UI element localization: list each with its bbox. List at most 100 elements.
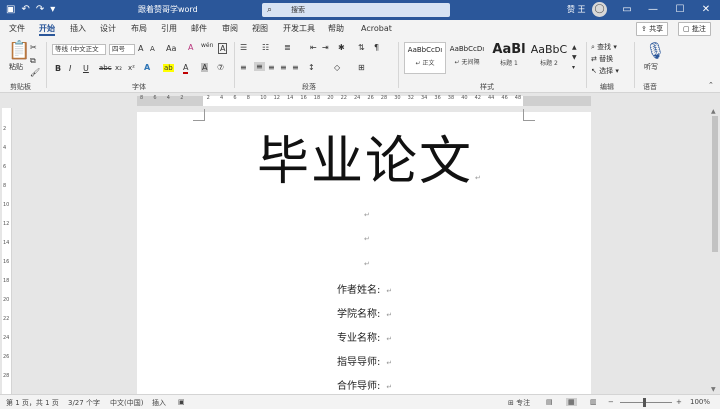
char-border-button[interactable]: A <box>218 43 228 54</box>
align-left-icon[interactable]: ≡ <box>240 63 247 72</box>
dictate-button[interactable]: 听写 <box>644 62 658 72</box>
tab-references[interactable]: 引用 <box>161 22 177 36</box>
shrink-font-button[interactable]: A <box>150 45 155 53</box>
horizontal-ruler[interactable]: 8 6 4 2 2 4 6 8 10 12 14 16 18 20 22 24 26 28 30 32 34 36 38 40… <box>0 94 720 108</box>
macro-record-icon[interactable]: ▣ <box>178 398 185 406</box>
tab-layout[interactable]: 布局 <box>131 22 147 36</box>
style-heading-2[interactable]: AaBbC 标题 2 <box>528 42 570 74</box>
paste-icon[interactable]: 📋 <box>8 42 30 60</box>
tab-acrobat[interactable]: Acrobat <box>361 22 392 36</box>
align-center-icon[interactable]: ≡ <box>254 62 265 71</box>
paste-label[interactable]: 粘贴 <box>9 62 23 72</box>
asian-layout-icon[interactable]: ✱ <box>338 43 345 52</box>
phonetic-guide-button[interactable]: wén <box>201 42 213 49</box>
line-spacing-icon[interactable]: ↕ <box>308 63 315 72</box>
word-count[interactable]: 3/27 个字 <box>68 398 100 408</box>
replace-button[interactable]: ⇄ 替换 <box>591 54 613 64</box>
cut-icon[interactable]: ✂ <box>30 43 37 52</box>
increase-indent-icon[interactable]: ⇥ <box>322 43 329 52</box>
copy-icon[interactable]: ⧉ <box>30 56 36 66</box>
distributed-icon[interactable]: ≡ <box>292 63 299 72</box>
focus-button[interactable]: ⊞ 专注 <box>508 398 530 408</box>
vertical-ruler[interactable]: 2 4 6 8 10 12 14 16 18 20 22 24 26 28 <box>2 108 12 394</box>
minimize-icon[interactable]: — <box>641 0 665 20</box>
font-color-button[interactable]: A <box>183 63 189 74</box>
save-icon[interactable]: ▣ <box>6 3 15 17</box>
scroll-thumb[interactable] <box>712 116 718 252</box>
text-effects-button[interactable]: A <box>144 63 150 72</box>
sort-icon[interactable]: ⇅ <box>358 43 365 52</box>
major-name-field[interactable]: 专业名称: ↵ <box>337 329 392 344</box>
print-layout-icon[interactable]: ▦ <box>566 398 577 406</box>
page-count[interactable]: 第 1 页，共 1 页 <box>6 398 59 408</box>
justify-icon[interactable]: ≡ <box>280 63 287 72</box>
superscript-button[interactable]: x² <box>128 64 135 72</box>
zoom-slider-thumb[interactable] <box>643 398 646 407</box>
zoom-level[interactable]: 100% <box>690 398 710 406</box>
tab-home[interactable]: 开始 <box>39 22 55 36</box>
styles-more-icon[interactable]: ▾ <box>572 64 575 71</box>
font-size-select[interactable]: 四号 <box>109 44 135 55</box>
style-heading-1[interactable]: AaBl 标题 1 <box>488 42 530 74</box>
style-normal[interactable]: AaBbCcDı ↵ 正文 <box>404 42 446 74</box>
share-button[interactable]: ⇪ 共享 <box>636 22 669 36</box>
font-name-select[interactable]: 等线 (中文正文 <box>52 44 106 55</box>
avatar[interactable]: ◯ <box>592 2 607 17</box>
redo-icon[interactable]: ↷ <box>36 3 44 17</box>
style-no-spacing[interactable]: AaBbCcDı ↵ 无间隔 <box>446 42 488 74</box>
tab-help[interactable]: 帮助 <box>328 22 344 36</box>
numbering-icon[interactable]: ☷ <box>262 43 269 52</box>
find-button[interactable]: ⌕ 查找 ▾ <box>591 42 617 52</box>
shading-icon[interactable]: ◇ <box>334 63 340 72</box>
zoom-out-button[interactable]: − <box>608 398 614 406</box>
language-indicator[interactable]: 中文(中国) <box>110 398 143 408</box>
clear-format-button[interactable]: A <box>188 43 193 52</box>
scroll-up-icon[interactable]: ▲ <box>711 108 716 115</box>
underline-button[interactable]: U <box>83 64 89 73</box>
search-input[interactable]: ⌕ 搜索 <box>262 3 450 17</box>
ribbon-display-icon[interactable]: ▭ <box>615 0 639 20</box>
thesis-title[interactable]: 毕业论文 <box>257 129 473 195</box>
bold-button[interactable]: B <box>55 64 61 73</box>
read-mode-icon[interactable]: ▤ <box>546 398 553 406</box>
author-name-field[interactable]: 作者姓名: ↵ <box>337 281 392 296</box>
show-marks-icon[interactable]: ¶ <box>374 43 379 52</box>
change-case-button[interactable]: Aa <box>166 44 176 53</box>
select-button[interactable]: ↖ 选择 ▾ <box>591 66 619 76</box>
strikethrough-button[interactable]: abc <box>99 64 112 72</box>
web-layout-icon[interactable]: ▥ <box>590 398 597 406</box>
grow-font-button[interactable]: A <box>138 44 143 53</box>
format-painter-icon[interactable]: 🖌 <box>30 68 40 77</box>
supervisor-field[interactable]: 指导导师: ↵ <box>337 353 392 368</box>
undo-icon[interactable]: ↶ <box>21 3 29 17</box>
insert-mode[interactable]: 插入 <box>152 398 166 408</box>
enclose-char-button[interactable]: ⑦ <box>217 63 224 72</box>
zoom-in-button[interactable]: + <box>676 398 682 406</box>
tab-view[interactable]: 视图 <box>252 22 268 36</box>
microphone-icon[interactable]: 🎙 <box>645 41 665 60</box>
college-name-field[interactable]: 学院名称: ↵ <box>337 305 392 320</box>
maximize-icon[interactable]: ☐ <box>668 0 692 20</box>
tab-design[interactable]: 设计 <box>100 22 116 36</box>
zoom-slider[interactable] <box>620 402 672 403</box>
tab-review[interactable]: 审阅 <box>222 22 238 36</box>
tab-mailings[interactable]: 邮件 <box>191 22 207 36</box>
char-shading-button[interactable]: A <box>201 63 209 72</box>
italic-button[interactable]: I <box>69 64 71 73</box>
document-page[interactable]: 毕业论文 ↵ ↵ ↵ ↵ 作者姓名: ↵ 学院名称: ↵ 专业名称: ↵ 指导导师: ↵… <box>137 109 591 394</box>
customize-icon[interactable]: ▾ <box>50 3 55 17</box>
align-right-icon[interactable]: ≡ <box>268 63 275 72</box>
highlight-button[interactable]: ab <box>163 64 174 72</box>
user-name[interactable]: 赞 王 <box>567 4 586 15</box>
styles-scroll-down-icon[interactable]: ▼ <box>572 54 577 61</box>
co-supervisor-field[interactable]: 合作导师: ↵ <box>337 377 392 392</box>
close-icon[interactable]: ✕ <box>694 0 718 20</box>
borders-icon[interactable]: ⊞ <box>358 63 365 72</box>
subscript-button[interactable]: x₂ <box>115 64 122 72</box>
styles-scroll-up-icon[interactable]: ▲ <box>572 44 577 51</box>
bullets-icon[interactable]: ☰ <box>240 43 247 52</box>
comment-button[interactable]: ▢ 批注 <box>678 22 711 36</box>
tab-insert[interactable]: 插入 <box>70 22 86 36</box>
tab-file[interactable]: 文件 <box>9 22 25 36</box>
scroll-down-icon[interactable]: ▼ <box>711 386 716 393</box>
